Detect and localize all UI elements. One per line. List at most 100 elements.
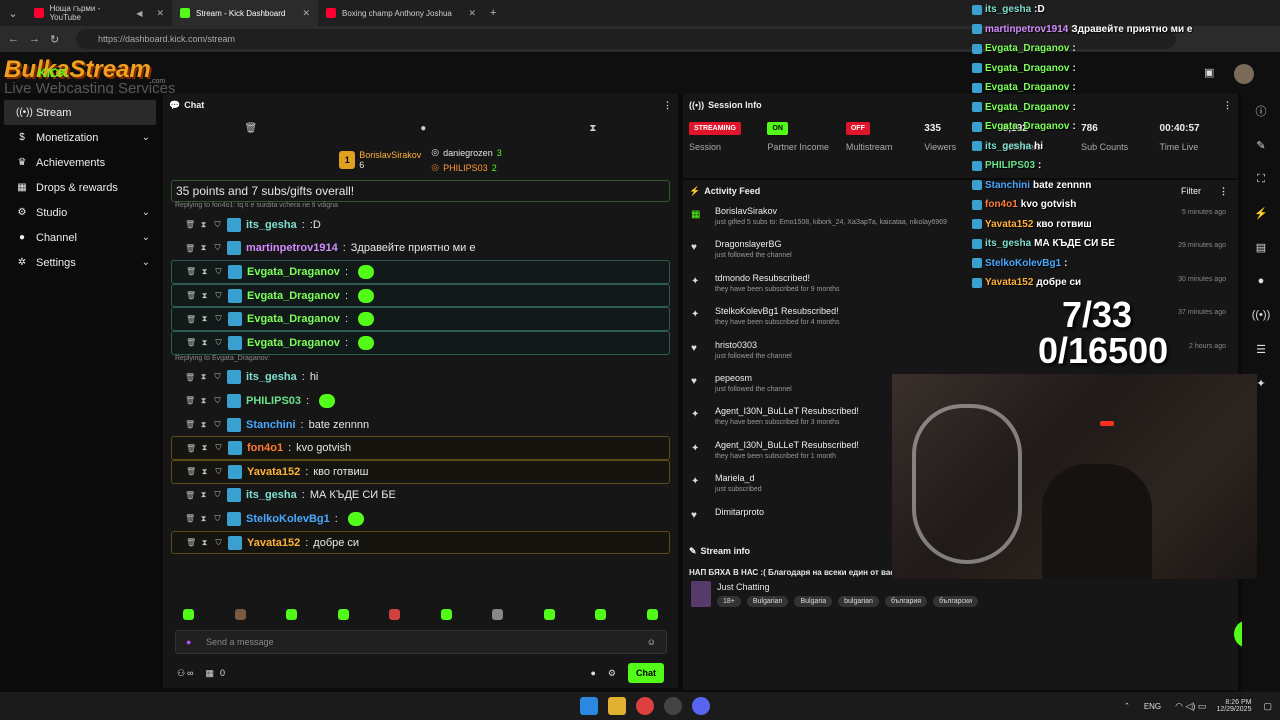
filter-button[interactable]: Filter [1181, 186, 1201, 196]
trash-icon[interactable]: 🗑 [186, 538, 196, 547]
shield-icon[interactable]: ⛉ [214, 538, 223, 548]
windows-start-icon[interactable] [580, 697, 598, 715]
info-icon[interactable]: ⓘ [1242, 94, 1280, 128]
chat-username[interactable]: fon4o1 [247, 442, 283, 454]
more-icon[interactable]: ⋮ [1219, 186, 1228, 197]
chat-username[interactable]: its_gesha [246, 371, 297, 383]
tab-kick-dashboard[interactable]: Stream - Kick Dashboard ✕ [172, 0, 318, 26]
hourglass-icon[interactable]: ⧗ [200, 538, 209, 548]
notification-icon[interactable]: ▢ [1263, 701, 1272, 712]
hourglass-icon[interactable]: ⧗ [199, 420, 208, 430]
chat-username[interactable]: martinpetrov1914 [246, 242, 338, 254]
trash-icon[interactable]: 🗑 [186, 444, 196, 453]
chat-username[interactable]: Evgata_Draganov [247, 313, 340, 325]
chat-username[interactable]: Stanchini [246, 419, 296, 431]
chat-message[interactable]: 🗑 ⧗ ⛉ Yavata152: добре си [171, 530, 670, 555]
trash-icon[interactable]: 🗑 [185, 396, 195, 405]
trash-icon[interactable]: 🗑 [185, 220, 195, 229]
chat-message[interactable]: 🗑 ⧗ ⛉ its_gesha::D [171, 213, 670, 237]
chat-message[interactable]: 🗑 ⧗ ⛉ martinpetrov1914: Здравейте приятно ми… [171, 237, 670, 261]
send-message-input[interactable]: ● Send a message ☺ [175, 630, 667, 654]
chat-username[interactable]: Evgata_Draganov [247, 266, 340, 278]
shield-icon[interactable]: ⛉ [214, 267, 223, 277]
shield-icon[interactable]: ⛉ [213, 243, 222, 253]
clock[interactable]: 8:26 PM 12/29/2025 [1216, 699, 1251, 713]
activity-item[interactable]: ✦ tdmondo Resubscribed! they have been sub… [683, 269, 1238, 302]
wifi-icon[interactable]: ◠ ◁) ▭ [1175, 701, 1206, 712]
list-icon[interactable]: ☰ [1242, 332, 1280, 366]
chat-message[interactable]: 🗑 ⧗ ⛉ Evgata_Draganov: [171, 307, 670, 331]
emote-icon[interactable] [543, 608, 555, 620]
new-tab-icon[interactable]: + [490, 7, 496, 19]
forward-icon[interactable]: → [29, 33, 40, 45]
tab-youtube[interactable]: Ноща гърми - YouTube ◀ ✕ [26, 0, 172, 26]
hourglass-icon[interactable]: ⧗ [200, 314, 209, 324]
shield-icon[interactable]: ⛉ [214, 291, 223, 301]
shield-icon[interactable]: ⛉ [213, 372, 222, 382]
chat-username[interactable]: PHILIPS03 [246, 395, 301, 407]
reload-icon[interactable]: ↻ [50, 33, 59, 46]
emote-icon[interactable] [337, 608, 349, 620]
trash-icon[interactable]: 🗑 [186, 267, 196, 276]
trash-icon[interactable]: 🗑 [185, 373, 195, 382]
emote-icon[interactable] [646, 608, 658, 620]
chat-message[interactable]: 🗑 ⧗ ⛉ Evgata_Draganov: [171, 283, 670, 308]
trash-icon[interactable]: 🗑 [186, 338, 196, 347]
emote-icon[interactable] [595, 608, 607, 620]
trash-icon[interactable]: 🗑 [186, 315, 196, 324]
shield-icon[interactable]: ⛉ [214, 314, 223, 324]
more-icon[interactable]: ⋮ [1223, 100, 1232, 111]
hourglass-icon[interactable]: ⧗ [199, 396, 208, 406]
hourglass-icon[interactable]: ⧗ [200, 267, 209, 277]
discord-icon[interactable] [692, 697, 710, 715]
tab-boxing[interactable]: Boxing champ Anthony Joshua ✕ [318, 0, 484, 26]
chat-username[interactable]: its_gesha [246, 489, 297, 501]
pencil-icon[interactable]: ✎ [1242, 128, 1280, 162]
hourglass-icon[interactable]: ⧗ [199, 514, 208, 524]
trash-icon[interactable]: 🗑 [185, 420, 195, 429]
sidebar-item-stream[interactable]: ((•)) Stream [4, 100, 156, 125]
emoji-icon[interactable]: ☺ [647, 637, 656, 647]
chat-username[interactable]: StelkoKolevBg1 [246, 513, 330, 525]
chat-message[interactable]: 🗑 ⧗ ⛉ Evgata_Draganov: [171, 330, 670, 355]
chat-message[interactable]: 🗑 ⧗ ⛉ its_gesha: МА КЪДЕ СИ БЕ [171, 484, 670, 508]
hourglass-icon[interactable]: ⧗ [200, 467, 209, 477]
sidebar-item-drops[interactable]: ▦ Drops & rewards [4, 175, 156, 200]
chat-bubble-icon[interactable]: ● [420, 123, 426, 134]
chevron-up-icon[interactable]: ⌃ [1124, 702, 1130, 710]
emote-icon[interactable] [492, 608, 504, 620]
chat-message[interactable]: 🗑 ⧗ ⛉ Stanchini: bate zennnn [171, 413, 670, 437]
close-icon[interactable]: ✕ [302, 8, 310, 19]
language-indicator[interactable]: ENG [1144, 702, 1161, 711]
hourglass-icon[interactable]: ⧗ [589, 123, 596, 134]
sidebar-item-studio[interactable]: ⚙ Studio ⌄ [4, 200, 156, 225]
chat-icon[interactable]: ● [1242, 264, 1280, 298]
hourglass-icon[interactable]: ⧗ [200, 443, 209, 453]
chat-message[interactable]: 🗑 ⧗ ⛉ its_gesha: hi [171, 366, 670, 390]
chat-username[interactable]: Evgata_Draganov [247, 290, 340, 302]
broadcast-icon[interactable]: ((•)) [1242, 298, 1280, 332]
document-icon[interactable]: ▤ [1242, 230, 1280, 264]
hourglass-icon[interactable]: ⧗ [199, 220, 208, 230]
trash-icon[interactable]: 🗑 [185, 491, 195, 500]
trash-icon[interactable]: 🗑 [245, 123, 258, 134]
lightning-icon[interactable]: ⚡ [1242, 196, 1280, 230]
chat-message[interactable]: 🗑 ⧗ ⛉ Yavata152: кво готвиш [171, 459, 670, 484]
chat-button[interactable]: Chat [628, 663, 664, 683]
emote-icon[interactable] [286, 608, 298, 620]
chat-username[interactable]: its_gesha [246, 219, 297, 231]
url-field[interactable]: https://dashboard.kick.com/stream [76, 29, 1176, 49]
sidebar-item-channel[interactable]: ● Channel ⌄ [4, 225, 156, 250]
avatar[interactable] [1234, 64, 1254, 84]
chat-bubble-icon[interactable]: ● [590, 668, 595, 678]
shield-icon[interactable]: ⛉ [213, 420, 222, 430]
hourglass-icon[interactable]: ⧗ [199, 243, 208, 253]
close-icon[interactable]: ✕ [468, 8, 476, 19]
tab-list-icon[interactable]: ⌄ [0, 7, 26, 20]
chat-message[interactable]: 🗑 ⧗ ⛉ fon4o1: kvo gotvish [171, 436, 670, 460]
shield-icon[interactable]: ⛉ [213, 396, 222, 406]
emote-icon[interactable] [389, 608, 401, 620]
emote-icon[interactable] [183, 608, 195, 620]
back-icon[interactable]: ← [8, 33, 19, 45]
hourglass-icon[interactable]: ⧗ [200, 291, 209, 301]
